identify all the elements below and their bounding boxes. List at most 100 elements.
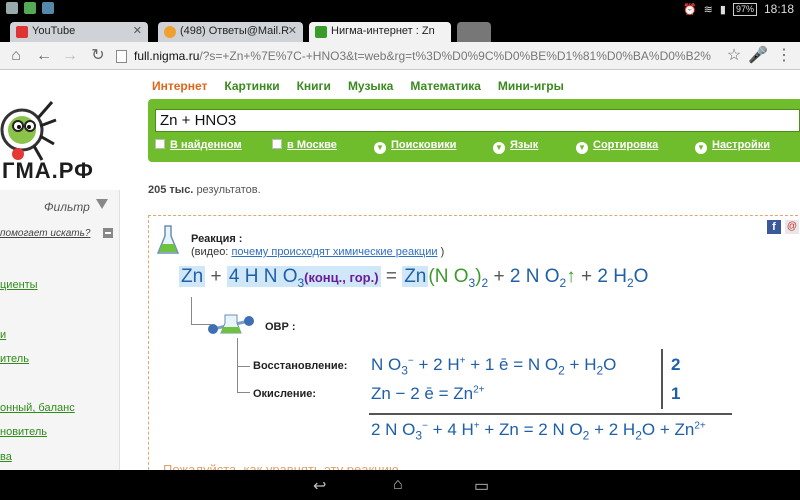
- charge: −: [422, 420, 428, 432]
- reload-icon[interactable]: ↻: [88, 46, 108, 66]
- back-nav-icon[interactable]: ↩: [313, 476, 326, 496]
- page-icon: [116, 50, 127, 63]
- android-navigation-bar: ↩ ⌂ ▭: [0, 470, 800, 500]
- microphone-icon[interactable]: 🎤: [748, 46, 768, 66]
- sidebar-link[interactable]: ва: [0, 451, 12, 463]
- redox-label: ОВР :: [265, 321, 296, 333]
- formula-text: + H: [569, 355, 597, 374]
- reaction-card: Реакция : (видео: почему происходят хими…: [148, 215, 800, 470]
- formula-text: + 1 ē: [470, 355, 509, 374]
- settings-dropdown[interactable]: ▼ Настройки: [695, 139, 770, 154]
- in-moscow-checkbox[interactable]: в Москве: [272, 139, 337, 151]
- formula-text: 4 H N O: [228, 266, 298, 287]
- tab-youtube[interactable]: YouTube ✕: [10, 22, 148, 42]
- forward-icon[interactable]: →: [60, 46, 80, 66]
- balance-help-link[interactable]: Пожалуйста, как уравнять эту реакцию: [163, 462, 399, 470]
- formula-text: + 4 H: [432, 420, 474, 439]
- nav-books[interactable]: Книги: [297, 79, 331, 93]
- product-zn: Zn: [402, 266, 429, 287]
- flask-icon: [157, 225, 179, 254]
- alarm-icon: ⏰: [682, 3, 697, 16]
- charge: +: [473, 420, 480, 432]
- chevron-down-icon: ▼: [374, 142, 386, 154]
- paren-open-group: (N O: [428, 266, 469, 287]
- browser-toolbar: ⌂ ← → ↻ full.nigma.ru/?s=+Zn+%7E%7C-+HNO…: [0, 42, 800, 70]
- sidebar-link[interactable]: и: [0, 329, 6, 341]
- product-h2o: 2 H: [597, 266, 627, 287]
- tab-mail-answers[interactable]: (498) Ответы@Mail.R ✕: [158, 22, 303, 42]
- nav-images[interactable]: Картинки: [224, 79, 279, 93]
- tab-title: (498) Ответы@Mail.R: [180, 25, 290, 37]
- address-bar[interactable]: full.nigma.ru/?s=+Zn+%7E%7C-+HNO3&t=web&…: [116, 46, 720, 66]
- charge: 2+: [694, 420, 706, 432]
- subscript: 2: [635, 428, 642, 443]
- product-no2: 2 N O: [509, 266, 560, 287]
- help-link[interactable]: помогает искать?: [0, 228, 90, 239]
- formula-text: Zn − 2 ē: [371, 384, 434, 403]
- reaction-label: Реакция :: [191, 233, 243, 245]
- close-tab-icon[interactable]: ✕: [133, 24, 142, 37]
- formula-text: + 2 H: [418, 355, 460, 374]
- oxidation-half-equation: Zn − 2 ē = Zn2+: [371, 384, 485, 404]
- plus-sign: +: [210, 266, 222, 287]
- formula-text: O: [633, 266, 649, 287]
- wifi-icon: ≋: [703, 3, 713, 16]
- home-icon[interactable]: ⌂: [6, 46, 26, 66]
- nav-math[interactable]: Математика: [410, 79, 481, 93]
- chevron-down-icon: ▼: [695, 142, 707, 154]
- home-nav-icon[interactable]: ⌂: [393, 476, 403, 494]
- charge: −: [407, 355, 414, 367]
- share-icons: f @: [767, 220, 799, 234]
- oxidation-coefficient: 1: [671, 384, 681, 403]
- result-count: 205 тыс. результатов.: [148, 184, 261, 196]
- checkbox-icon: [272, 139, 282, 149]
- nav-internet[interactable]: Интернет: [152, 79, 207, 93]
- option-label: Поисковики: [391, 139, 457, 151]
- sidebar-link[interactable]: итель: [0, 353, 29, 365]
- search-input[interactable]: Zn + HNO3: [155, 109, 800, 132]
- sidebar-link[interactable]: новитель: [0, 426, 47, 438]
- mail-ru-icon[interactable]: @: [785, 220, 799, 234]
- equals-sign: =: [438, 384, 449, 403]
- charge: 2+: [473, 384, 485, 396]
- language-dropdown[interactable]: ▼ Язык: [493, 139, 538, 154]
- chevron-down-icon: ▼: [493, 142, 505, 154]
- in-found-checkbox[interactable]: В найденном: [155, 139, 242, 151]
- bookmark-star-icon[interactable]: ☆: [724, 46, 744, 66]
- charge: +: [459, 355, 466, 367]
- url-host: full.nigma.ru: [134, 49, 200, 63]
- reactant-zn: Zn: [179, 266, 206, 287]
- nav-music[interactable]: Музыка: [348, 79, 393, 93]
- result-count-label: результатов.: [196, 184, 261, 196]
- funnel-icon[interactable]: [96, 199, 108, 209]
- nav-mini-games[interactable]: Мини-игры: [498, 79, 564, 93]
- battery-indicator: 97%: [732, 2, 757, 16]
- tab-title: YouTube: [32, 25, 76, 37]
- oxidation-label: Окисление:: [253, 388, 317, 400]
- tree-connector: [237, 338, 250, 393]
- video-link[interactable]: почему происходят химические реакции: [231, 246, 437, 258]
- nigma-logo[interactable]: ГМА.РФ: [0, 80, 130, 190]
- engines-dropdown[interactable]: ▼ Поисковики: [374, 139, 456, 154]
- facebook-icon[interactable]: f: [767, 220, 781, 234]
- mail-favicon-icon: [164, 26, 176, 38]
- tab-nigma[interactable]: Нигма-интернет : Zn: [309, 22, 451, 42]
- reaction-conditions: (конц., гор.): [304, 270, 379, 285]
- equals-sign: =: [385, 266, 397, 287]
- subscript: 2: [481, 275, 489, 290]
- back-icon[interactable]: ←: [34, 46, 54, 66]
- close-tab-icon[interactable]: ✕: [288, 24, 297, 37]
- formula-text: + Zn: [484, 420, 519, 439]
- new-tab-button[interactable]: [457, 22, 491, 42]
- search-verticals-nav: Интернет Картинки Книги Музыка Математик…: [152, 79, 564, 93]
- sidebar-link[interactable]: циенты: [0, 279, 38, 291]
- collapse-icon[interactable]: [103, 228, 113, 238]
- ionic-sum-equation: 2 N O3− + 4 H+ + Zn = 2 N O2 + 2 H2O + Z…: [371, 420, 706, 443]
- menu-icon[interactable]: ⋮: [774, 46, 794, 66]
- sort-dropdown[interactable]: ▼ Сортировка: [576, 139, 658, 154]
- formula-text: N O: [527, 355, 559, 374]
- recents-nav-icon[interactable]: ▭: [474, 476, 489, 496]
- sidebar-link[interactable]: онный, баланс: [0, 402, 75, 414]
- filter-sidebar: Фильтр помогает искать? циенты и итель о…: [0, 190, 120, 470]
- coefficient-divider: [661, 349, 663, 409]
